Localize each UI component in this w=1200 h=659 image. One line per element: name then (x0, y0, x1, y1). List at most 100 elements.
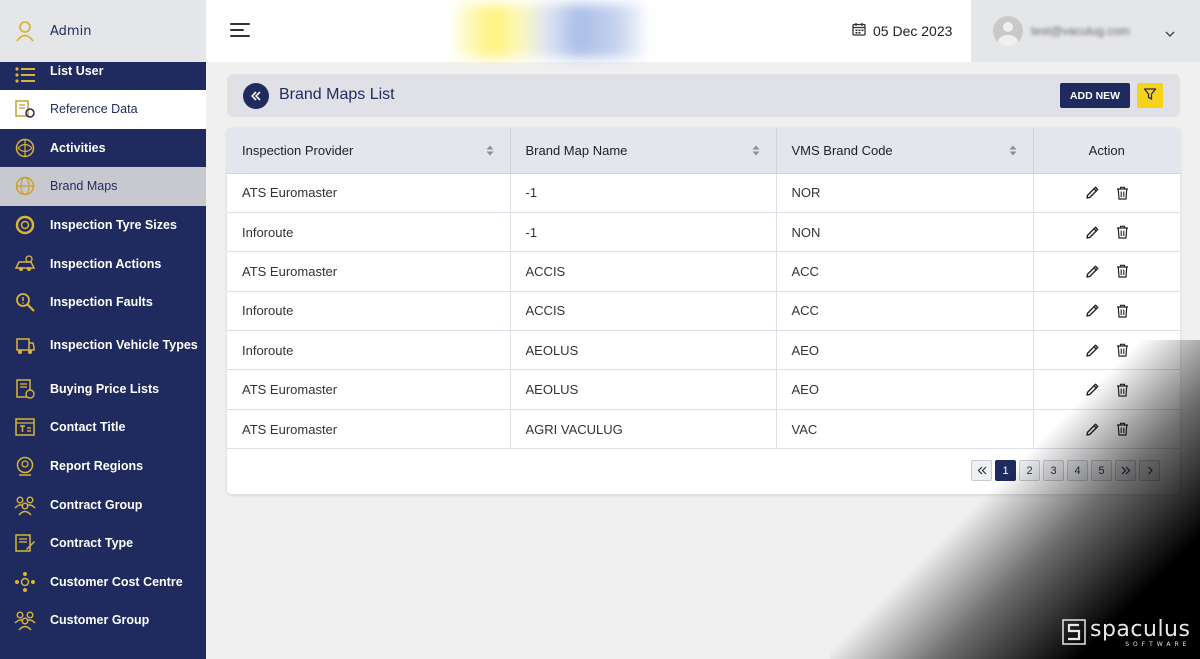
cell-code: ACC (776, 251, 1034, 292)
back-button[interactable] (243, 83, 269, 109)
filter-button[interactable] (1137, 83, 1163, 108)
cell-code: NOR (776, 173, 1034, 213)
cell-code: AEO (776, 330, 1034, 371)
delete-icon[interactable] (1116, 343, 1129, 357)
sidebar-item-activities[interactable]: Activities (0, 129, 206, 168)
sidebar-item-inspection-actions[interactable]: Inspection Actions (0, 244, 206, 283)
sidebar-item-inspection-faults[interactable]: Inspection Faults (0, 283, 206, 322)
cell-provider: ATS Euromaster (227, 409, 511, 450)
brand-maps-icon (14, 175, 36, 197)
reference-data-icon (14, 98, 36, 120)
delete-icon[interactable] (1116, 304, 1129, 318)
sidebar-item-inspection-tyre-sizes[interactable]: Inspection Tyre Sizes (0, 206, 206, 245)
sidebar: List User Reference Data Activities Brand M… (0, 0, 206, 659)
edit-icon[interactable] (1085, 225, 1100, 240)
sidebar-item-label: Customer Cost Centre (50, 574, 183, 589)
first-page-button[interactable] (971, 460, 992, 481)
edit-icon[interactable] (1085, 382, 1100, 397)
double-chevron-right-icon (1121, 466, 1130, 475)
cell-code: AEO (776, 369, 1034, 410)
cell-name: ACCIS (510, 251, 777, 292)
column-label: Action (1088, 142, 1125, 158)
group-icon (14, 609, 36, 631)
company-logo (456, 4, 644, 58)
sidebar-item-label: List User (50, 64, 104, 78)
edit-icon[interactable] (1085, 185, 1100, 200)
filter-icon (1143, 86, 1157, 105)
column-label: VMS Brand Code (791, 142, 893, 158)
sort-icon[interactable] (1009, 145, 1017, 156)
chevron-down-icon[interactable] (1165, 22, 1175, 41)
page-button-2[interactable]: 2 (1019, 460, 1040, 481)
watermark-sub: SOFTWARE (1125, 641, 1191, 648)
cell-actions (1033, 369, 1181, 410)
edit-icon[interactable] (1085, 303, 1100, 318)
cell-name: AGRI VACULUG (510, 409, 777, 450)
row-actions (1034, 185, 1181, 200)
cell-actions (1033, 251, 1181, 292)
user-name: Admin (50, 23, 92, 39)
page-button-1[interactable]: 1 (995, 460, 1016, 481)
tyre-icon (14, 214, 36, 236)
sidebar-item-customer-cost-centre[interactable]: Customer Cost Centre (0, 563, 206, 602)
date-text: 05 Dec 2023 (873, 22, 953, 39)
column-header-inspection-provider[interactable]: Inspection Provider (227, 128, 511, 174)
inspection-actions-icon (14, 253, 36, 275)
sidebar-user-header[interactable]: Admin (0, 0, 206, 62)
page-button-3[interactable]: 3 (1043, 460, 1064, 481)
page-button-5[interactable]: 5 (1091, 460, 1112, 481)
activities-icon (14, 137, 36, 159)
double-chevron-left-icon (977, 466, 986, 475)
cell-provider: ATS Euromaster (227, 251, 511, 292)
delete-icon[interactable] (1116, 186, 1129, 200)
page-title: Brand Maps List (279, 86, 395, 103)
cell-actions (1033, 330, 1181, 371)
column-header-vms-brand-code[interactable]: VMS Brand Code (776, 128, 1034, 174)
page-button-4[interactable]: 4 (1067, 460, 1088, 481)
vehicle-icon (14, 335, 36, 357)
delete-icon[interactable] (1116, 422, 1129, 436)
last-page-button[interactable] (1115, 460, 1136, 481)
cell-actions (1033, 212, 1181, 253)
avatar (993, 16, 1023, 46)
sidebar-item-contract-group[interactable]: Contract Group (0, 485, 206, 524)
delete-icon[interactable] (1116, 264, 1129, 279)
cost-centre-icon (14, 571, 36, 593)
sidebar-item-customer-group[interactable]: Customer Group (0, 601, 206, 640)
sidebar-item-label: Inspection Actions (50, 256, 162, 271)
add-new-button[interactable]: ADD NEW (1060, 83, 1130, 108)
price-list-icon (14, 378, 36, 400)
sidebar-item-inspection-vehicle-types[interactable]: Inspection Vehicle Types (0, 322, 206, 370)
row-actions (1034, 225, 1181, 240)
sort-icon[interactable] (752, 145, 760, 156)
cell-code: ACC (776, 291, 1034, 332)
next-page-button[interactable] (1139, 460, 1160, 481)
calendar-icon (852, 22, 873, 39)
cell-code: VAC (776, 409, 1034, 450)
sidebar-nav: List User Reference Data Activities Brand M… (0, 52, 206, 640)
sidebar-item-report-regions[interactable]: Report Regions (0, 447, 206, 486)
edit-icon[interactable] (1085, 422, 1100, 437)
cell-provider: Inforoute (227, 291, 511, 332)
delete-icon[interactable] (1116, 383, 1129, 397)
row-actions (1034, 382, 1181, 397)
column-header-brand-map-name[interactable]: Brand Map Name (510, 128, 777, 174)
edit-icon[interactable] (1085, 264, 1100, 279)
row-actions (1034, 264, 1181, 279)
column-label: Brand Map Name (525, 142, 628, 158)
menu-toggle-icon[interactable] (230, 20, 252, 40)
user-menu[interactable]: test@vaculug.com (971, 0, 1200, 62)
sidebar-item-label: Buying Price Lists (50, 381, 160, 396)
sidebar-item-contract-type[interactable]: Contract Type (0, 524, 206, 563)
sort-icon[interactable] (486, 145, 494, 156)
sidebar-item-reference-data[interactable]: Reference Data (0, 90, 206, 129)
edit-icon[interactable] (1085, 343, 1100, 358)
cell-actions (1033, 173, 1181, 213)
delete-icon[interactable] (1116, 225, 1129, 239)
sidebar-item-contact-title[interactable]: Contact Title (0, 408, 206, 447)
sidebar-item-brand-maps[interactable]: Brand Maps (0, 167, 206, 206)
sidebar-item-buying-price-lists[interactable]: Buying Price Lists (0, 370, 206, 409)
cell-name: -1 (510, 173, 777, 213)
report-regions-icon (14, 455, 36, 477)
row-actions (1034, 343, 1181, 358)
